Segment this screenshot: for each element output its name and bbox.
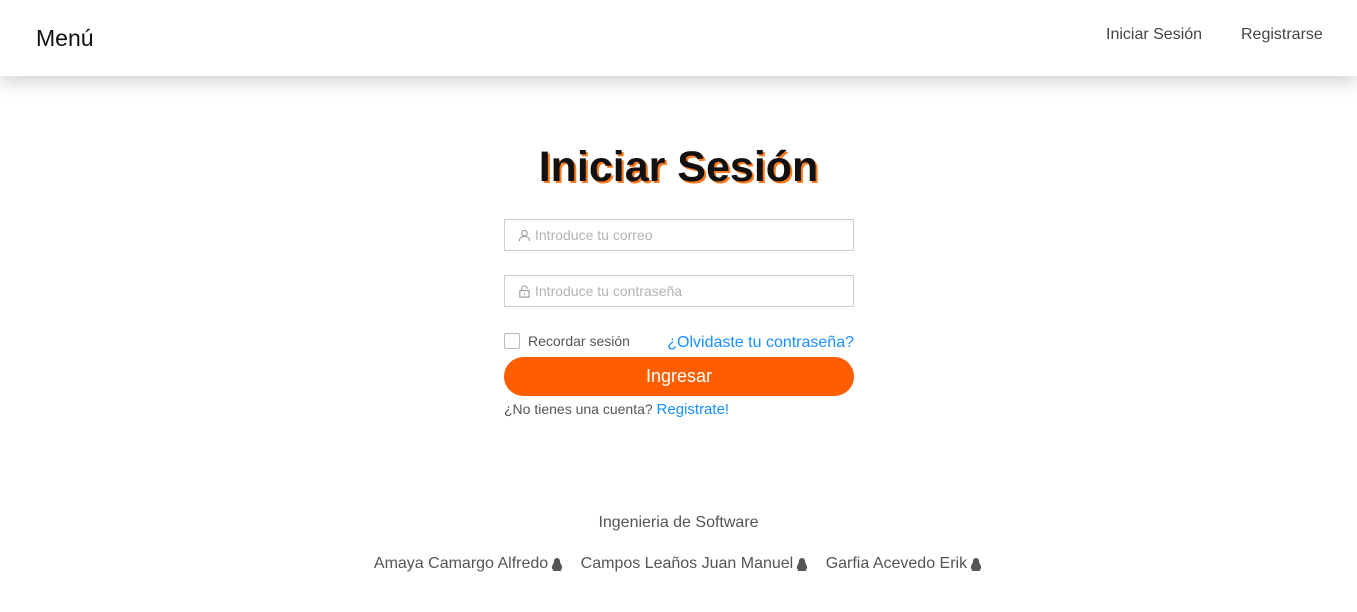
lock-icon [517, 284, 531, 298]
remember-label: Recordar sesión [528, 333, 630, 349]
top-navbar: Menú Iniciar Sesión Registrarse [0, 0, 1357, 76]
login-submit-button[interactable]: Ingresar [504, 357, 854, 396]
linux-penguin-icon [795, 557, 809, 572]
email-input[interactable] [535, 221, 853, 249]
author-name: Campos Leaños Juan Manuel [580, 555, 794, 572]
author-item: Garfia Acevedo Erik [826, 555, 983, 573]
signup-prompt: ¿No tienes una cuenta? Registrate! [504, 401, 729, 418]
menu-brand[interactable]: Menú [36, 25, 94, 52]
forgot-password-link[interactable]: ¿Olvidaste tu contraseña? [667, 334, 854, 352]
linux-penguin-icon [969, 557, 983, 572]
signup-prompt-text: ¿No tienes una cuenta? [504, 401, 653, 417]
password-input[interactable] [535, 277, 853, 305]
author-item: Amaya Camargo Alfredo [374, 555, 564, 573]
user-icon [517, 228, 531, 242]
nav-register-link[interactable]: Registrarse [1241, 26, 1323, 44]
email-field[interactable] [504, 219, 854, 251]
author-name: Garfia Acevedo Erik [825, 555, 968, 572]
author-item: Campos Leaños Juan Manuel [581, 555, 810, 573]
password-field[interactable] [504, 275, 854, 307]
remember-checkbox[interactable] [504, 333, 520, 349]
footer-title: Ingenieria de Software [598, 514, 759, 531]
remember-session: Recordar sesión [504, 333, 630, 349]
nav-login-link[interactable]: Iniciar Sesión [1106, 26, 1202, 44]
linux-penguin-icon [550, 557, 564, 572]
author-name: Amaya Camargo Alfredo [373, 555, 549, 572]
page-title: Iniciar Sesión [538, 143, 819, 191]
signup-link[interactable]: Registrate! [657, 401, 730, 418]
footer-authors: Amaya Camargo Alfredo Campos Leaños Juan… [0, 555, 1357, 573]
